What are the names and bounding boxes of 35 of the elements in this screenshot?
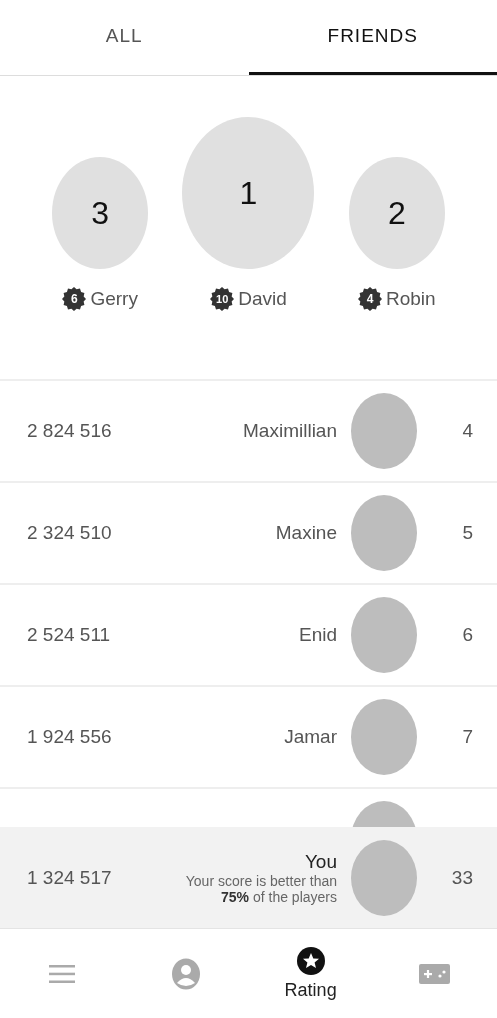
score: 1 324 517	[27, 866, 113, 889]
rank: 6	[461, 624, 473, 646]
rank: 33	[450, 866, 473, 889]
player-name: Robin	[386, 288, 436, 310]
player-name: David	[238, 288, 287, 310]
score: 2 824 516	[27, 420, 113, 442]
rank: 4	[461, 420, 473, 442]
score: 2 324 510	[27, 522, 113, 544]
menu-icon	[49, 963, 76, 984]
place-number: 1	[239, 174, 258, 212]
place-number: 3	[91, 194, 110, 232]
tab[interactable]: FRIENDS	[248, 0, 497, 75]
rank: 7	[461, 726, 473, 748]
nav-button[interactable]	[49, 963, 76, 984]
player-name: Jamar	[284, 726, 337, 748]
badge: 4	[358, 287, 382, 311]
player-name: Enid	[298, 624, 337, 646]
player-name: Gerry	[90, 288, 138, 310]
score-note: Your score is better than	[185, 872, 337, 889]
gamepad-icon	[419, 963, 451, 984]
score-note: 75% of the players	[221, 888, 337, 905]
badge: 6	[62, 287, 87, 311]
player-name: You	[304, 850, 337, 873]
nav-button[interactable]	[171, 957, 202, 990]
rank: 5	[461, 522, 473, 544]
player-name: Maxine	[275, 522, 337, 544]
score: 2 524 511	[27, 624, 112, 646]
place-number: 2	[387, 194, 406, 232]
nav-button[interactable]	[419, 963, 451, 984]
tab[interactable]: ALL	[0, 0, 249, 75]
person-icon	[171, 957, 202, 990]
nav-button[interactable]: Rating	[284, 946, 337, 1001]
badge: 10	[210, 287, 235, 311]
player-name: Maximillian	[243, 420, 337, 442]
score: 1 924 556	[27, 726, 113, 748]
